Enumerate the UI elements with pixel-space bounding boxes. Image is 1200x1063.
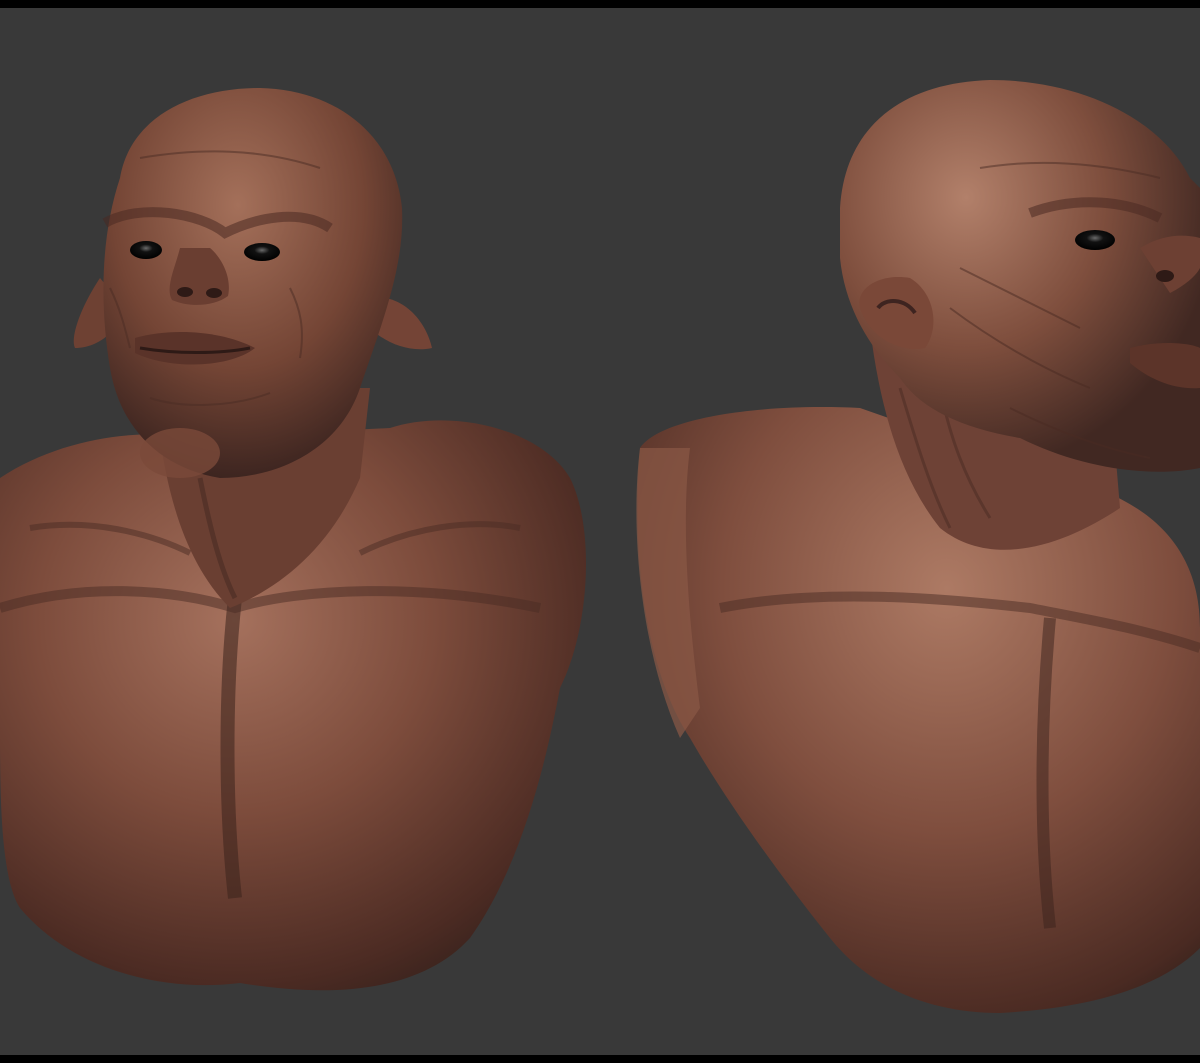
viewport-canvas: [0, 80, 1200, 1013]
creature-bust-side-view: [636, 80, 1200, 1013]
3d-viewport[interactable]: [0, 8, 1200, 1055]
eye-side: [1075, 230, 1115, 250]
right-eye-front: [244, 243, 280, 261]
creature-bust-front-view: [0, 88, 587, 991]
left-eye-front: [130, 241, 162, 259]
render-frame: [0, 0, 1200, 1063]
